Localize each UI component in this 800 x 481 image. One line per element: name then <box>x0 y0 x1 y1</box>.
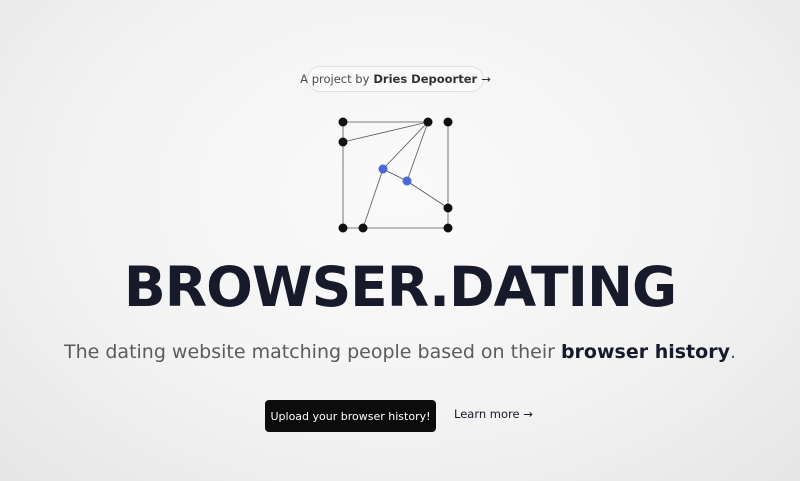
learn-more-label: Learn more <box>454 407 520 421</box>
project-prefix: A project by <box>300 72 370 86</box>
tagline-emphasis: browser history <box>560 341 730 363</box>
logo-edges <box>342 121 449 229</box>
project-credit-link[interactable]: A project by Dries Depoorter → <box>300 66 491 92</box>
network-graph-logo <box>338 117 453 233</box>
tagline-prefix: The dating website matching people based… <box>63 341 555 363</box>
landing-page: A project by Dries Depoorter → BROWSER.D… <box>0 0 800 481</box>
page-title: BROWSER.DATING <box>123 255 677 319</box>
learn-more-link[interactable]: Learn more → <box>454 407 533 421</box>
tagline: The dating website matching people based… <box>0 341 800 363</box>
arrow-right-icon: → <box>523 407 533 421</box>
project-author: Dries Depoorter <box>373 72 478 86</box>
arrow-right-icon: → <box>481 72 491 86</box>
tagline-suffix: . <box>729 341 736 363</box>
upload-history-button[interactable]: Upload your browser history! <box>265 400 436 432</box>
